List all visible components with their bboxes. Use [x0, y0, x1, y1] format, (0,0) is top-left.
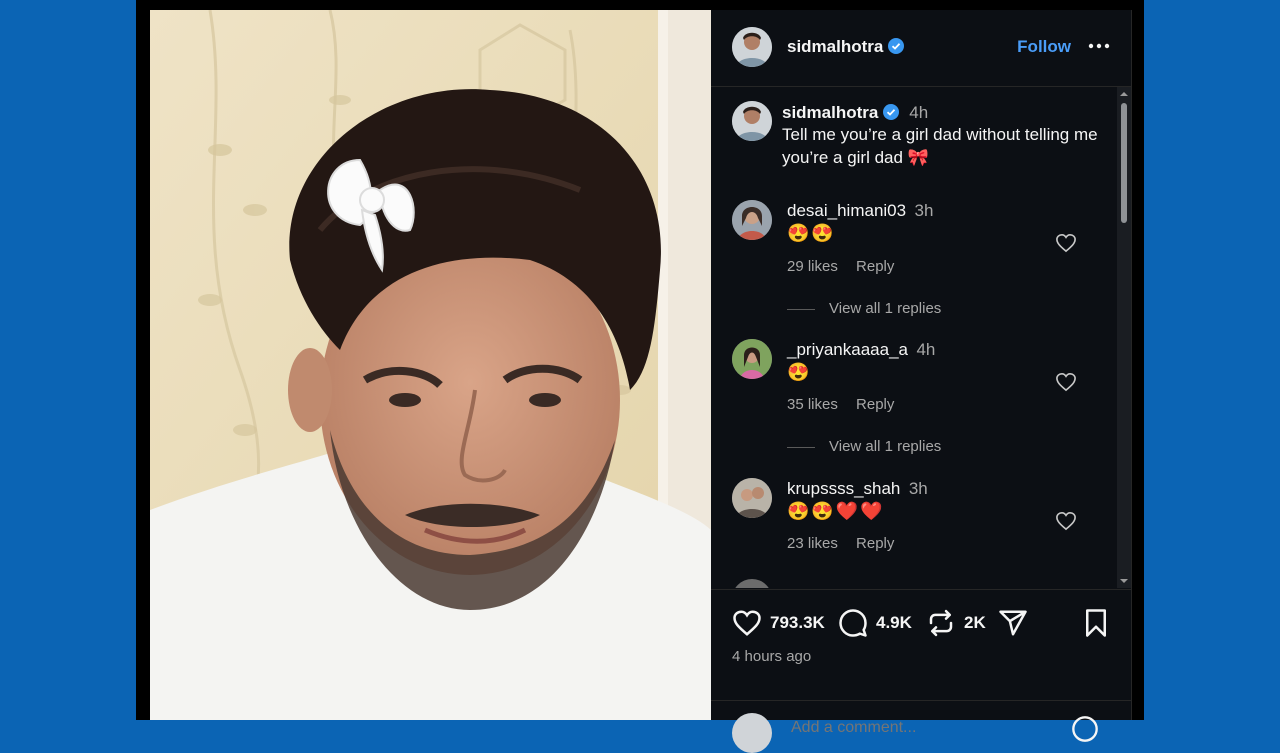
comment-text: 😍😍	[787, 223, 836, 243]
comment-text: 😍	[787, 362, 812, 382]
posted-time: 4 hours ago	[732, 648, 812, 665]
comment-meta: 29 likes Reply	[787, 258, 908, 275]
comment-meta: 23 likes Reply	[787, 535, 908, 552]
comment-text: 😍😍❤️❤️	[787, 501, 885, 521]
comment-button[interactable]: 4.9K	[838, 608, 912, 638]
comment-time: 4h	[916, 340, 936, 359]
reposts-count: 2K	[964, 613, 986, 632]
likes-count: 793.3K	[770, 613, 825, 632]
view-replies-label: View all 1 replies	[829, 438, 942, 455]
replies-divider	[787, 308, 815, 310]
comment-like-icon[interactable]	[1055, 511, 1077, 531]
author-name-row: sidmalhotra	[787, 37, 904, 57]
post-details-panel: sidmalhotra Follow sidmalhotra 4h Tell m…	[711, 10, 1132, 753]
verified-badge-icon	[887, 38, 904, 54]
comment-icon	[839, 609, 867, 637]
comment-meta: 35 likes Reply	[787, 396, 908, 413]
more-options-icon[interactable]	[1087, 36, 1111, 56]
emoji-icon[interactable]	[1071, 715, 1099, 743]
author-avatar[interactable]	[732, 27, 772, 67]
add-comment-bar	[711, 700, 1131, 753]
post-photo-illustration	[150, 10, 711, 720]
repost-button[interactable]: 2K	[926, 608, 986, 638]
scroll-down-icon[interactable]	[1117, 576, 1131, 586]
scroll-up-icon[interactable]	[1117, 89, 1131, 99]
comment-likes[interactable]: 29 likes	[787, 258, 838, 275]
caption-emoji: 🎀	[907, 148, 929, 167]
caption-time: 4h	[909, 103, 929, 122]
reply-button[interactable]: Reply	[856, 258, 894, 275]
view-replies-button[interactable]: View all 1 replies	[787, 300, 941, 317]
share-button[interactable]	[998, 608, 1028, 638]
share-icon	[999, 610, 1027, 636]
comment-like-icon[interactable]	[1055, 233, 1077, 253]
comment-item: desai_himani03 3h 😍😍 29 likes Reply View…	[711, 195, 1111, 325]
commenter-avatar[interactable]	[732, 200, 772, 240]
follow-button[interactable]: Follow	[1017, 37, 1071, 57]
replies-divider	[787, 446, 815, 448]
view-replies-button[interactable]: View all 1 replies	[787, 438, 941, 455]
comment-time: 3h	[914, 201, 934, 220]
comments-count: 4.9K	[876, 613, 912, 632]
reply-button[interactable]: Reply	[856, 535, 894, 552]
commenter-avatar[interactable]	[732, 339, 772, 379]
save-button[interactable]	[1081, 608, 1111, 638]
comment-item: krupssss_shah 3h 😍😍❤️❤️ 23 likes Reply	[711, 473, 1111, 563]
post-photo[interactable]	[150, 10, 711, 720]
comments-scrollbar[interactable]	[1117, 87, 1131, 588]
commenter-username[interactable]: _priyankaaaa_a	[787, 340, 908, 359]
comments-list[interactable]: sidmalhotra 4h Tell me you’re a girl dad…	[711, 87, 1131, 588]
comment-like-icon[interactable]	[1055, 372, 1077, 392]
repost-icon	[929, 609, 953, 637]
commenter-avatar-partial[interactable]	[732, 579, 772, 588]
comment-likes[interactable]: 35 likes	[787, 396, 838, 413]
current-user-avatar	[732, 713, 772, 753]
author-username[interactable]: sidmalhotra	[787, 37, 883, 56]
add-comment-input[interactable]	[789, 717, 1053, 739]
commenter-avatar[interactable]	[732, 478, 772, 518]
scrollbar-thumb[interactable]	[1121, 103, 1127, 223]
post-header: sidmalhotra Follow	[711, 10, 1131, 87]
verified-badge-icon	[882, 104, 899, 120]
commenter-username[interactable]: desai_himani03	[787, 201, 906, 220]
bookmark-icon	[1086, 609, 1106, 637]
caption-block: sidmalhotra 4h Tell me you’re a girl dad…	[711, 87, 1111, 187]
reply-button[interactable]: Reply	[856, 396, 894, 413]
comment-item: _priyankaaaa_a 4h 😍 35 likes Reply View …	[711, 334, 1111, 464]
post-actions: 793.3K 4.9K 2K 4 hours ago	[711, 589, 1131, 711]
caption-text: Tell me you’re a girl dad without tellin…	[782, 123, 1102, 169]
heart-icon	[733, 610, 761, 636]
like-button[interactable]: 793.3K	[732, 608, 825, 638]
comment-time: 3h	[908, 479, 928, 498]
caption-username[interactable]: sidmalhotra	[782, 103, 878, 122]
caption-author-avatar[interactable]	[732, 101, 772, 141]
commenter-username[interactable]: krupssss_shah	[787, 479, 900, 498]
comment-likes[interactable]: 23 likes	[787, 535, 838, 552]
caption-body: Tell me you’re a girl dad without tellin…	[782, 125, 1098, 167]
view-replies-label: View all 1 replies	[829, 300, 942, 317]
